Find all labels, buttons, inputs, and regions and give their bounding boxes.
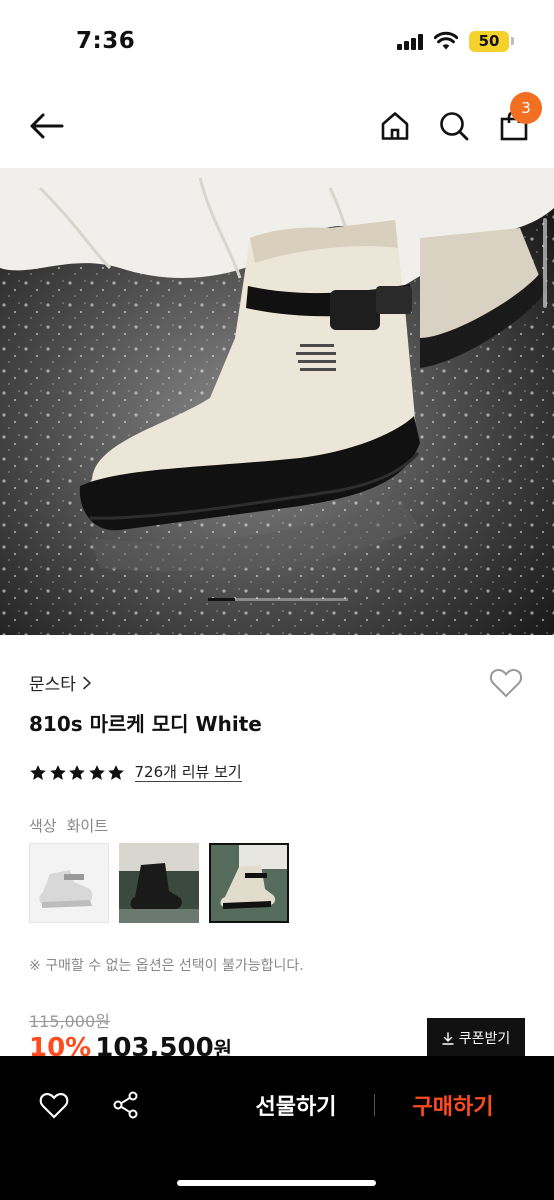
status-time: 7:36 bbox=[76, 28, 136, 54]
chevron-right-icon bbox=[83, 676, 91, 689]
button-divider bbox=[374, 1094, 375, 1116]
option-notice: ※ 구매할 수 없는 옵션은 선택이 불가능합니다. bbox=[29, 958, 304, 974]
star-icon bbox=[88, 764, 105, 780]
heart-icon bbox=[489, 669, 523, 698]
swatch-white-lifestyle[interactable] bbox=[209, 843, 289, 923]
back-arrow-icon bbox=[30, 113, 64, 139]
swatch-white-product[interactable] bbox=[29, 843, 109, 923]
top-nav bbox=[0, 84, 554, 168]
back-button[interactable] bbox=[24, 104, 68, 148]
currency-unit: 원 bbox=[213, 1037, 233, 1058]
original-price: 115,000원 bbox=[29, 1012, 110, 1031]
home-indicator bbox=[177, 1180, 376, 1186]
battery-icon: 50 bbox=[469, 31, 509, 52]
gift-button[interactable]: 선물하기 bbox=[240, 1086, 352, 1124]
product-image-carousel[interactable] bbox=[0, 168, 554, 635]
share-button[interactable] bbox=[110, 1089, 142, 1121]
star-icon bbox=[108, 764, 124, 780]
color-selected-value: 화이트 bbox=[66, 817, 109, 835]
search-button[interactable] bbox=[434, 106, 474, 146]
coupon-button[interactable]: 쿠폰받기 bbox=[427, 1018, 525, 1058]
bottom-action-bar: 선물하기 구매하기 bbox=[0, 1056, 554, 1200]
product-photo bbox=[0, 168, 554, 635]
image-scroll-indicator bbox=[543, 218, 547, 308]
rating-row: 726개 리뷰 보기 bbox=[29, 763, 242, 782]
color-option-label: 색상 화이트 bbox=[29, 815, 108, 836]
home-icon bbox=[381, 112, 409, 140]
color-swatches bbox=[29, 843, 299, 923]
download-icon bbox=[442, 1031, 454, 1045]
rating-stars bbox=[29, 764, 127, 782]
battery-tip bbox=[511, 37, 514, 45]
star-icon bbox=[49, 764, 66, 780]
discount-rate: 10% bbox=[29, 1033, 92, 1058]
status-bar: 7:36 50 bbox=[0, 0, 554, 84]
brand-link[interactable]: 문스타 bbox=[29, 670, 92, 695]
color-label: 색상 bbox=[29, 817, 57, 835]
buy-button[interactable]: 구매하기 bbox=[397, 1086, 509, 1124]
coupon-label: 쿠폰받기 bbox=[458, 1031, 511, 1047]
star-icon bbox=[30, 764, 46, 780]
bottom-wishlist-button[interactable] bbox=[38, 1090, 70, 1120]
price-row: 10% 103,500원 bbox=[29, 1033, 232, 1058]
carousel-pager-position bbox=[208, 598, 235, 601]
home-button[interactable] bbox=[376, 106, 414, 146]
star-icon bbox=[69, 764, 85, 780]
wifi-icon bbox=[434, 31, 458, 50]
share-icon bbox=[113, 1091, 138, 1119]
cellular-signal-icon bbox=[397, 34, 423, 50]
sale-price: 103,500 bbox=[95, 1033, 214, 1058]
wishlist-button[interactable] bbox=[488, 666, 524, 700]
swatch-black-lifestyle[interactable] bbox=[119, 843, 199, 923]
cart-count-badge: 3 bbox=[510, 92, 542, 124]
review-link[interactable]: 726개 리뷰 보기 bbox=[134, 763, 242, 782]
product-title: 810s 마르케 모디 White bbox=[29, 712, 262, 736]
brand-name: 문스타 bbox=[29, 675, 76, 695]
search-icon bbox=[440, 112, 469, 141]
heart-icon bbox=[39, 1092, 69, 1118]
